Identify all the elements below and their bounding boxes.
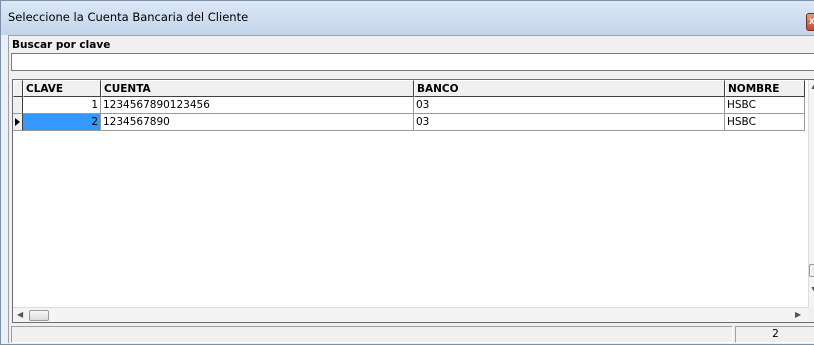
row-selector[interactable] [13, 97, 23, 114]
vertical-scroll-thumb[interactable] [809, 264, 814, 277]
current-row-arrow-icon [15, 118, 20, 126]
search-label: Buscar por clave [12, 39, 111, 51]
cell-banco[interactable]: 03 [414, 97, 725, 114]
dialog-client-area: Buscar por clave CLAVE CUENTA BANCO NOMB… [8, 35, 814, 343]
horizontal-scrollbar[interactable]: ◀ ▶ [13, 307, 808, 322]
scroll-up-icon[interactable]: ▲ [809, 84, 814, 91]
accounts-grid: CLAVE CUENTA BANCO NOMBRE 1 123456789012… [12, 79, 814, 323]
row-selector-header [13, 80, 23, 97]
close-icon: x [809, 16, 814, 27]
column-header-clave[interactable]: CLAVE [23, 80, 101, 97]
status-panel-message [11, 326, 733, 343]
vertical-scrollbar[interactable]: ▲ ▼ [808, 80, 814, 307]
row-selector[interactable] [13, 114, 23, 131]
cell-cuenta[interactable]: 1234567890123456 [101, 97, 414, 114]
close-button[interactable]: x [806, 13, 814, 31]
column-header-banco[interactable]: BANCO [414, 80, 725, 97]
cell-clave-selected[interactable]: 2 [23, 114, 101, 131]
cell-cuenta[interactable]: 1234567890 [101, 114, 414, 131]
cell-banco[interactable]: 03 [414, 114, 725, 131]
column-header-nombre[interactable]: NOMBRE [725, 80, 805, 97]
scroll-right-icon[interactable]: ▶ [795, 310, 801, 319]
status-record-count: 2 [735, 326, 814, 343]
scroll-left-icon[interactable]: ◀ [17, 310, 23, 319]
cell-nombre[interactable]: HSBC [725, 97, 805, 114]
title-bar[interactable]: Seleccione la Cuenta Bancaria del Client… [1, 1, 814, 35]
cell-nombre[interactable]: HSBC [725, 114, 805, 131]
scrollbar-corner [808, 307, 814, 322]
search-input[interactable] [11, 53, 814, 71]
dialog-window: Seleccione la Cuenta Bancaria del Client… [0, 0, 814, 345]
scroll-down-icon[interactable]: ▼ [809, 286, 814, 293]
column-header-cuenta[interactable]: CUENTA [101, 80, 414, 97]
cell-clave[interactable]: 1 [23, 97, 101, 114]
horizontal-scroll-thumb[interactable] [29, 310, 49, 321]
status-bar: 2 [9, 326, 814, 343]
window-title: Seleccione la Cuenta Bancaria del Client… [8, 10, 249, 24]
